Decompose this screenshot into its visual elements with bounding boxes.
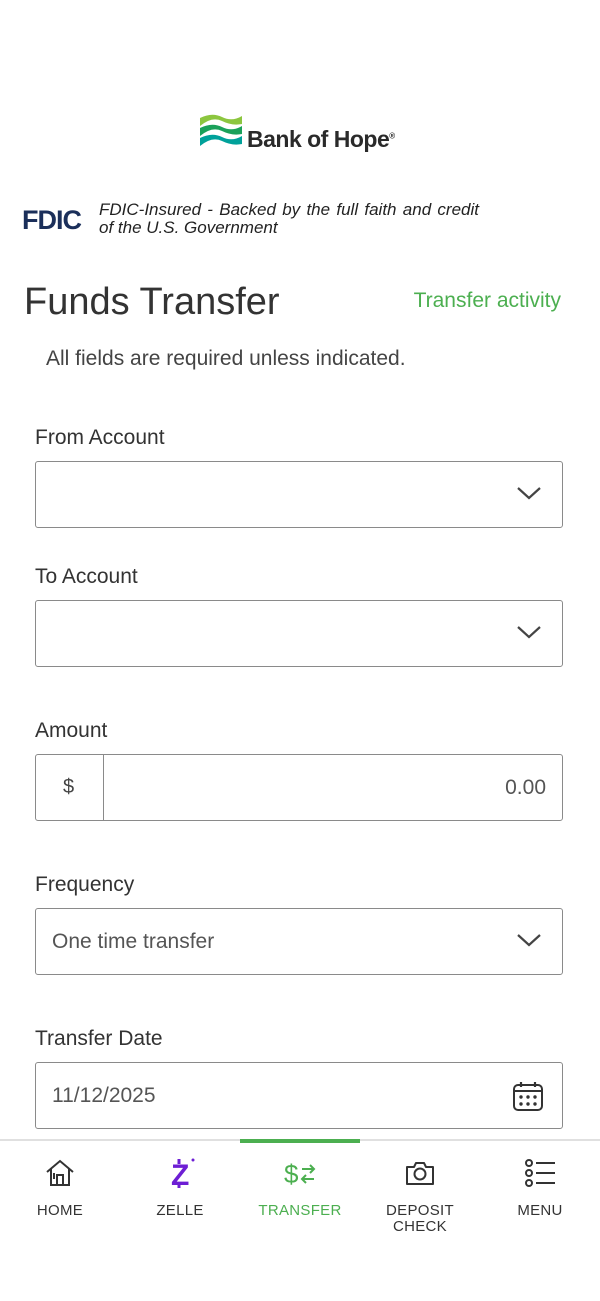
required-fields-note: All fields are required unless indicated…: [46, 347, 406, 370]
transfer-date-label: Transfer Date: [35, 1027, 163, 1050]
chevron-down-icon: [517, 934, 541, 947]
nav-home[interactable]: HOME: [0, 1141, 120, 1251]
nav-deposit-check[interactable]: DEPOSIT CHECK: [360, 1141, 480, 1251]
from-account-select[interactable]: [35, 461, 563, 528]
bank-logo-mark-icon: [200, 114, 242, 146]
nav-menu-label: MENU: [517, 1202, 563, 1219]
to-account-label: To Account: [35, 565, 138, 588]
bank-name: Bank of Hope®: [247, 126, 395, 152]
bottom-navigation: HOME Z ZELLE $ TRANSFER DEPOSIT CHECK ME…: [0, 1139, 600, 1301]
currency-prefix: $: [36, 755, 104, 820]
from-account-label: From Account: [35, 426, 165, 449]
nav-transfer[interactable]: $ TRANSFER: [240, 1139, 360, 1251]
nav-home-label: HOME: [36, 1202, 84, 1219]
frequency-select[interactable]: One time transfer: [35, 908, 563, 975]
menu-icon: [525, 1159, 555, 1187]
nav-zelle[interactable]: Z ZELLE: [120, 1141, 240, 1251]
page-title: Funds Transfer: [24, 281, 280, 323]
transfer-date-value: 11/12/2025: [52, 1084, 156, 1107]
fdic-banner: FDIC FDIC-Insured - Backed by the full f…: [22, 200, 582, 240]
calendar-icon[interactable]: [512, 1080, 544, 1112]
nav-menu[interactable]: MENU: [480, 1141, 600, 1251]
svg-text:$: $: [284, 1159, 299, 1189]
chevron-down-icon: [517, 487, 541, 500]
amount-input[interactable]: $ 0.00: [35, 754, 563, 821]
to-account-select[interactable]: [35, 600, 563, 667]
transfer-date-input[interactable]: 11/12/2025: [35, 1062, 563, 1129]
transfer-icon: $: [284, 1159, 316, 1189]
amount-label: Amount: [35, 719, 108, 742]
camera-icon: [406, 1162, 434, 1185]
nav-transfer-label: TRANSFER: [258, 1202, 342, 1219]
frequency-value: One time transfer: [52, 930, 215, 953]
amount-value: 0.00: [505, 776, 546, 799]
zelle-icon: Z: [171, 1158, 195, 1189]
fdic-logo: FDIC: [22, 205, 82, 235]
nav-zelle-label: ZELLE: [156, 1202, 204, 1219]
frequency-label: Frequency: [35, 873, 135, 896]
nav-deposit-check-label: DEPOSIT CHECK: [386, 1202, 454, 1235]
fdic-disclaimer: FDIC-Insured - Backed by the full faith …: [99, 200, 479, 237]
chevron-down-icon: [517, 626, 541, 639]
home-icon: [46, 1159, 74, 1186]
currency-symbol: $: [63, 776, 75, 798]
bank-logo: Bank of Hope®: [200, 106, 400, 156]
transfer-activity-link[interactable]: Transfer activity: [414, 289, 561, 313]
